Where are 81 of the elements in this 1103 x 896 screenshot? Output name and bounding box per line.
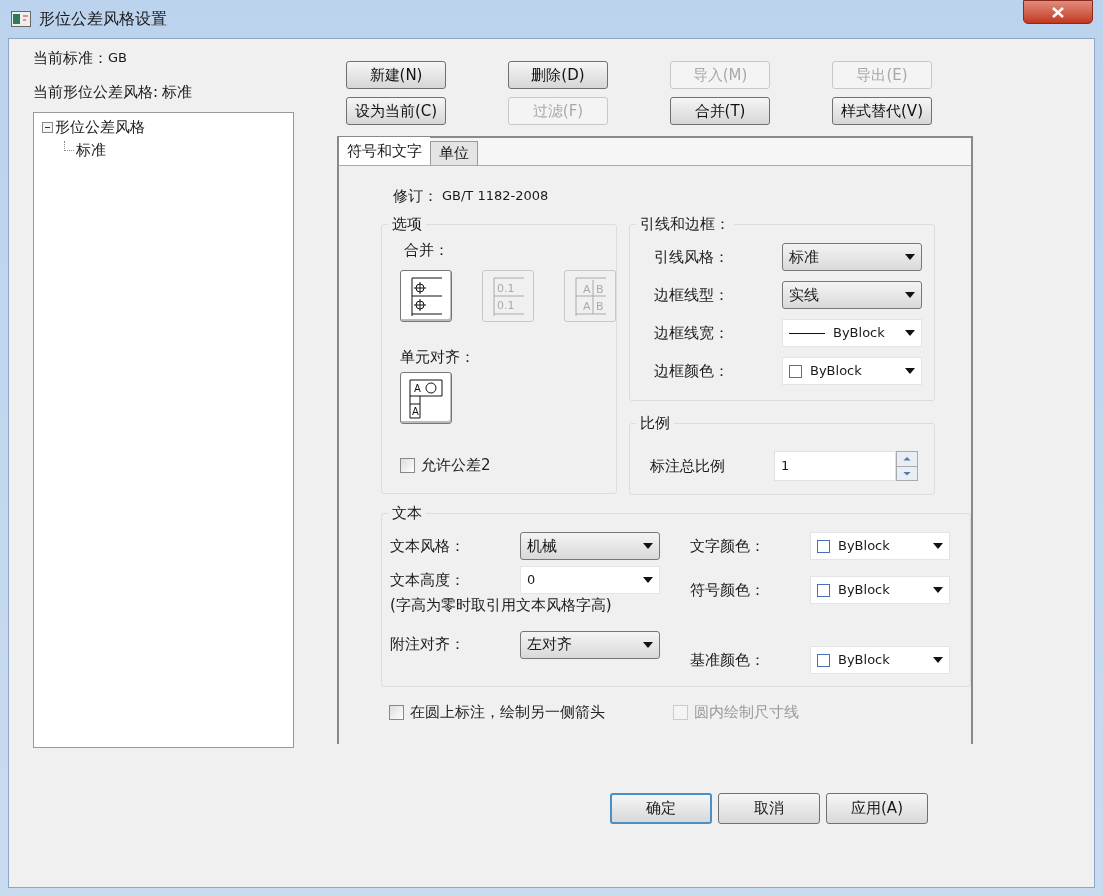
window-title: 形位公差风格设置 bbox=[39, 8, 167, 30]
dropdown[interactable]: 实线 bbox=[782, 281, 922, 309]
dropdown-arrow-icon bbox=[643, 577, 653, 583]
hint-text: (字高为零时取引用文本风格字高) bbox=[390, 595, 613, 616]
dropdown-arrow-icon bbox=[905, 368, 915, 374]
dialog-button[interactable]: 应用(A) bbox=[826, 793, 928, 824]
color-swatch-icon bbox=[789, 364, 802, 378]
checkbox-label: 在圆上标注，绘制另一侧箭头 bbox=[410, 702, 605, 723]
dropdown-value: 0 bbox=[527, 571, 536, 590]
checkbox-label: 允许公差2 bbox=[421, 455, 491, 476]
dropdown-value: ByBlock bbox=[833, 324, 885, 343]
dialog-button[interactable]: 取消 bbox=[718, 793, 820, 824]
scale-input[interactable]: 1 bbox=[774, 451, 896, 481]
toolbar-button[interactable]: 新建(N) bbox=[346, 61, 446, 89]
current-style-value: 标准 bbox=[162, 81, 193, 103]
field-label: 边框线型： bbox=[654, 284, 729, 306]
dropdown-value: 标准 bbox=[789, 246, 819, 268]
merge-option-button[interactable] bbox=[400, 269, 452, 322]
dropdown-value: 机械 bbox=[527, 535, 557, 557]
dropdown[interactable]: ByBlock bbox=[810, 646, 950, 674]
field-label: 文字颜色： bbox=[690, 535, 765, 557]
toolbar-button[interactable]: 删除(D) bbox=[508, 61, 608, 89]
field-label: 附注对齐： bbox=[390, 634, 465, 656]
revision-value: GB/T 1182-2008 bbox=[442, 187, 549, 206]
dropdown-value: ByBlock bbox=[810, 362, 862, 381]
dropdown-arrow-icon bbox=[905, 330, 915, 336]
dropdown-arrow-icon bbox=[643, 543, 653, 549]
tree-item[interactable]: 形位公差风格 bbox=[55, 116, 145, 139]
checkbox[interactable] bbox=[400, 457, 415, 473]
field-label: 符号颜色： bbox=[690, 579, 765, 601]
field-label: 引线风格： bbox=[654, 246, 729, 268]
field-label: 标注总比例 bbox=[650, 455, 726, 477]
current-style-label: 当前形位公差风格: bbox=[33, 81, 159, 103]
toolbar-button[interactable]: 合并(T) bbox=[670, 97, 770, 125]
dropdown[interactable]: 左对齐 bbox=[520, 630, 660, 659]
color-swatch-icon bbox=[817, 653, 830, 667]
dropdown[interactable]: ByBlock bbox=[810, 576, 950, 604]
checkbox[interactable] bbox=[389, 704, 404, 720]
app-icon bbox=[11, 11, 31, 27]
current-standard-value: GB bbox=[108, 49, 127, 68]
field-label: 基准颜色： bbox=[690, 649, 765, 671]
dropdown[interactable]: ByBlock bbox=[782, 319, 922, 347]
dropdown-value: ByBlock bbox=[838, 651, 890, 670]
dropdown-arrow-icon bbox=[905, 254, 915, 260]
field-label: 边框颜色： bbox=[654, 360, 729, 382]
dialog-button[interactable]: 确定 bbox=[610, 793, 712, 824]
current-standard-label: 当前标准： bbox=[33, 47, 108, 69]
tab[interactable]: 符号和文字 bbox=[339, 137, 430, 165]
revision-label: 修订： bbox=[393, 185, 438, 207]
field-label: 文本风格： bbox=[390, 535, 465, 557]
dropdown-value: 实线 bbox=[789, 284, 819, 306]
dropdown[interactable]: 0 bbox=[520, 566, 660, 594]
dropdown[interactable]: ByBlock bbox=[782, 357, 922, 385]
spin-buttons[interactable] bbox=[896, 451, 918, 481]
dropdown-arrow-icon bbox=[905, 292, 915, 298]
dropdown[interactable]: 机械 bbox=[520, 532, 660, 560]
cell-align-button[interactable]: A A bbox=[400, 372, 452, 424]
dropdown[interactable]: ByBlock bbox=[810, 532, 950, 560]
tab[interactable]: 单位 bbox=[430, 141, 478, 165]
tree-item[interactable]: 标准 bbox=[74, 138, 108, 161]
checkbox-label: 圆内绘制尺寸线 bbox=[694, 702, 799, 723]
dropdown-value: ByBlock bbox=[838, 581, 890, 600]
dropdown-value: ByBlock bbox=[838, 537, 890, 556]
dropdown-value: 左对齐 bbox=[527, 634, 572, 656]
toolbar-button[interactable]: 设为当前(C) bbox=[346, 97, 446, 125]
field-label: 边框线宽： bbox=[654, 322, 729, 344]
color-swatch-icon bbox=[817, 583, 830, 597]
toolbar-button[interactable]: 样式替代(V) bbox=[832, 97, 932, 125]
tree-toggle[interactable] bbox=[42, 121, 53, 133]
close-button[interactable] bbox=[1023, 0, 1093, 24]
dropdown-arrow-icon bbox=[933, 657, 943, 663]
dropdown-arrow-icon bbox=[643, 641, 653, 648]
field-label: 文本高度： bbox=[390, 569, 465, 591]
merge-label: 合并： bbox=[403, 240, 450, 261]
line-sample-icon bbox=[789, 331, 825, 335]
cell-align-label: 单元对齐： bbox=[400, 346, 476, 368]
dropdown[interactable]: 标准 bbox=[782, 243, 922, 271]
close-icon bbox=[1052, 6, 1064, 18]
dropdown-arrow-icon bbox=[933, 543, 943, 549]
dropdown-arrow-icon bbox=[933, 587, 943, 593]
color-swatch-icon bbox=[817, 539, 830, 553]
